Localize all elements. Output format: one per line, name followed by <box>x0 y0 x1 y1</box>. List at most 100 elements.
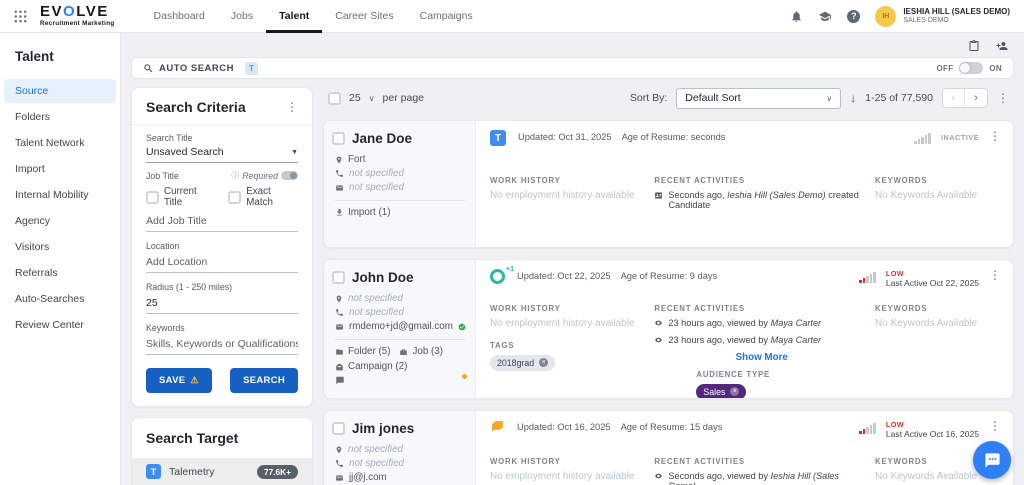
remove-audience-icon[interactable]: × <box>730 387 739 396</box>
work-history-empty: No employment history available <box>490 318 648 329</box>
candidate-location: Fort <box>348 154 365 165</box>
sidebar-item-folders[interactable]: Folders <box>4 105 116 129</box>
add-candidate-icon[interactable] <box>995 40 1009 52</box>
chat-fab-button[interactable] <box>973 441 1011 479</box>
prev-page-button[interactable]: ‹ <box>943 89 965 107</box>
job-title-input[interactable] <box>146 210 298 232</box>
search-title-label: Search Title <box>146 133 298 143</box>
current-title-label: Current Title <box>164 186 215 208</box>
location-pin-icon <box>335 445 343 455</box>
source-count-badge: +1 <box>506 266 514 273</box>
sidebar-item-internal-mobility[interactable]: Internal Mobility <box>4 183 116 207</box>
radius-input[interactable] <box>146 292 298 314</box>
main-nav: Dashboard Jobs Talent Career Sites Campa… <box>141 0 486 33</box>
caret-down-icon: ▼ <box>291 149 298 156</box>
updated-date: Updated: Oct 31, 2025 <box>518 132 612 142</box>
clipboard-icon[interactable] <box>968 39 980 52</box>
candidate-email[interactable]: jj@j.com <box>349 472 387 483</box>
search-criteria-menu-icon[interactable]: ⋮ <box>286 101 298 113</box>
show-more-link[interactable]: Show More <box>654 352 869 363</box>
nav-dashboard[interactable]: Dashboard <box>141 0 218 33</box>
learning-graduation-cap-icon[interactable] <box>818 10 832 23</box>
search-button[interactable]: SEARCH <box>230 368 298 393</box>
campaign-link[interactable]: Campaign (2) <box>335 361 465 372</box>
checkbox-icon[interactable] <box>228 191 241 204</box>
tag-pill: 2018grad × <box>490 355 555 371</box>
import-icon <box>335 208 344 217</box>
auto-search-bar: AUTO SEARCH T OFF ON <box>131 57 1014 79</box>
candidate-menu-icon[interactable]: ⋮ <box>989 130 1001 142</box>
chat-status-icon[interactable] <box>335 376 465 385</box>
audience-type-label: AUDIENCE TYPE <box>696 370 869 379</box>
import-link[interactable]: Import (1) <box>335 207 465 218</box>
sidebar-item-source[interactable]: Source <box>4 79 116 103</box>
candidate-location: not specified <box>348 293 403 304</box>
search-icon <box>143 63 154 74</box>
chip-letter: T <box>151 467 157 477</box>
recent-activities-label: RECENT ACTIVITIES <box>654 176 869 185</box>
checkbox-icon[interactable] <box>146 191 159 204</box>
sort-by-label: Sort By: <box>630 92 667 104</box>
exact-match-checkbox[interactable]: Exact Match <box>228 186 298 208</box>
sidebar: Talent Source Folders Talent Network Imp… <box>0 33 121 485</box>
candidate-phone: not specified <box>349 168 404 179</box>
chevron-down-icon[interactable]: ∨ <box>369 94 375 103</box>
select-all-checkbox[interactable] <box>328 92 341 105</box>
nav-jobs[interactable]: Jobs <box>218 0 266 33</box>
job-link[interactable]: Job (3) <box>399 346 443 357</box>
main-content: AUTO SEARCH T OFF ON Search Criteria ⋮ S… <box>121 33 1024 485</box>
user-menu[interactable]: IH IESHIA HILL (SALES DEMO) SALES DEMO <box>875 6 1010 27</box>
required-toggle[interactable] <box>281 171 298 180</box>
candidate-checkbox[interactable] <box>332 422 345 435</box>
work-history-empty: No employment history available <box>490 471 648 482</box>
eye-icon <box>654 472 663 480</box>
sidebar-item-talent-network[interactable]: Talent Network <box>4 131 116 155</box>
activity-item: 23 hours ago, viewed by Maya Carter <box>654 335 869 345</box>
location-input[interactable] <box>146 251 298 273</box>
notifications-bell-icon[interactable] <box>790 10 803 23</box>
per-page-value[interactable]: 25 <box>349 92 361 104</box>
sidebar-item-review-center[interactable]: Review Center <box>4 313 116 337</box>
sort-select[interactable]: Default Sort ∨ <box>676 88 841 109</box>
campaign-icon <box>335 363 344 371</box>
folder-icon <box>335 348 344 356</box>
results-menu-icon[interactable]: ⋮ <box>997 92 1009 104</box>
nav-campaigns[interactable]: Campaigns <box>407 0 486 33</box>
nav-talent[interactable]: Talent <box>266 0 322 33</box>
sidebar-item-referrals[interactable]: Referrals <box>4 261 116 285</box>
app-grid-icon[interactable] <box>14 10 27 23</box>
keywords-input[interactable] <box>146 333 298 355</box>
target-talemetry-row[interactable]: T Talemetry 77.6K+ <box>132 458 312 485</box>
help-icon[interactable]: ? <box>847 10 860 23</box>
work-history-label: WORK HISTORY <box>490 304 648 313</box>
candidate-email[interactable]: rmdemo+jd@gmail.com <box>349 321 453 332</box>
auto-search-label: AUTO SEARCH <box>159 63 234 74</box>
remove-tag-icon[interactable]: × <box>539 358 548 367</box>
sidebar-item-visitors[interactable]: Visitors <box>4 235 116 259</box>
tag-value: 2018grad <box>497 358 534 368</box>
activity-actor: Maya Carter <box>771 318 822 328</box>
search-title-value: Unsaved Search <box>146 146 224 158</box>
candidate-name[interactable]: Jane Doe <box>352 131 412 146</box>
candidate-menu-icon[interactable]: ⋮ <box>989 420 1001 432</box>
search-title-select[interactable]: Unsaved Search ▼ <box>146 143 298 163</box>
sidebar-item-auto-searches[interactable]: Auto-Searches <box>4 287 116 311</box>
sidebar-item-import[interactable]: Import <box>4 157 116 181</box>
nav-career-sites[interactable]: Career Sites <box>322 0 406 33</box>
sidebar-item-agency[interactable]: Agency <box>4 209 116 233</box>
signal-bars-icon <box>859 269 876 283</box>
current-title-checkbox[interactable]: Current Title <box>146 186 215 208</box>
folder-link[interactable]: Folder (5) <box>335 346 390 357</box>
candidate-checkbox[interactable] <box>332 271 345 284</box>
filters-column: Search Criteria ⋮ Search Title Unsaved S… <box>131 87 313 485</box>
candidate-name[interactable]: Jim jones <box>352 421 414 436</box>
save-button[interactable]: SAVE ⚠ <box>146 368 212 393</box>
candidate-menu-icon[interactable]: ⋮ <box>989 269 1001 281</box>
candidate-checkbox[interactable] <box>332 132 345 145</box>
sort-direction-icon[interactable]: ↓ <box>850 91 856 105</box>
next-page-button[interactable]: › <box>965 89 987 107</box>
auto-search-toggle[interactable] <box>959 62 983 74</box>
candidate-name[interactable]: John Doe <box>352 270 414 285</box>
pagination: ‹ › <box>942 88 988 108</box>
evolve-logo[interactable]: EVOLVE Recruitment Marketing <box>40 4 115 27</box>
